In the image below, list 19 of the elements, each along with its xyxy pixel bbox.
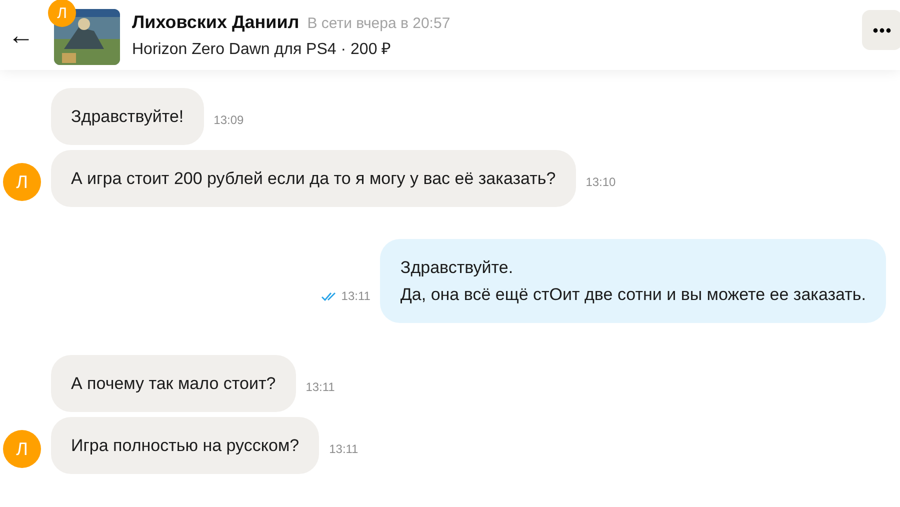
user-avatar: Л bbox=[3, 430, 41, 468]
message-time: 13:11 bbox=[329, 442, 358, 456]
received-message: Игра полностью на русском? bbox=[51, 417, 320, 474]
online-status: В сети вчера в 20:57 bbox=[307, 14, 450, 32]
listing-title[interactable]: Horizon Zero Dawn для PS4 · 200 ₽ bbox=[132, 36, 862, 58]
received-message: А почему так мало стоит? bbox=[51, 355, 296, 412]
sent-message: Здравствуйте. Да, она всё ещё стОит две сотни и вы можете ее заказать. bbox=[380, 239, 886, 323]
more-button[interactable] bbox=[862, 10, 900, 50]
message-time: 13:11 bbox=[341, 289, 370, 303]
message-time: 13:11 bbox=[306, 380, 335, 394]
contact-name: Лиховских Даниил bbox=[132, 12, 300, 32]
message-time: 13:09 bbox=[214, 113, 244, 127]
back-button[interactable]: ← bbox=[8, 22, 30, 48]
user-avatar: Л bbox=[3, 163, 41, 201]
received-message: Здравствуйте! bbox=[51, 88, 204, 145]
received-message: А игра стоит 200 рублей если да то я могу у вас её заказать? bbox=[51, 150, 576, 207]
avatar-badge: Л bbox=[48, 0, 76, 27]
message-time: 13:10 bbox=[586, 175, 616, 189]
more-icon bbox=[873, 28, 891, 32]
